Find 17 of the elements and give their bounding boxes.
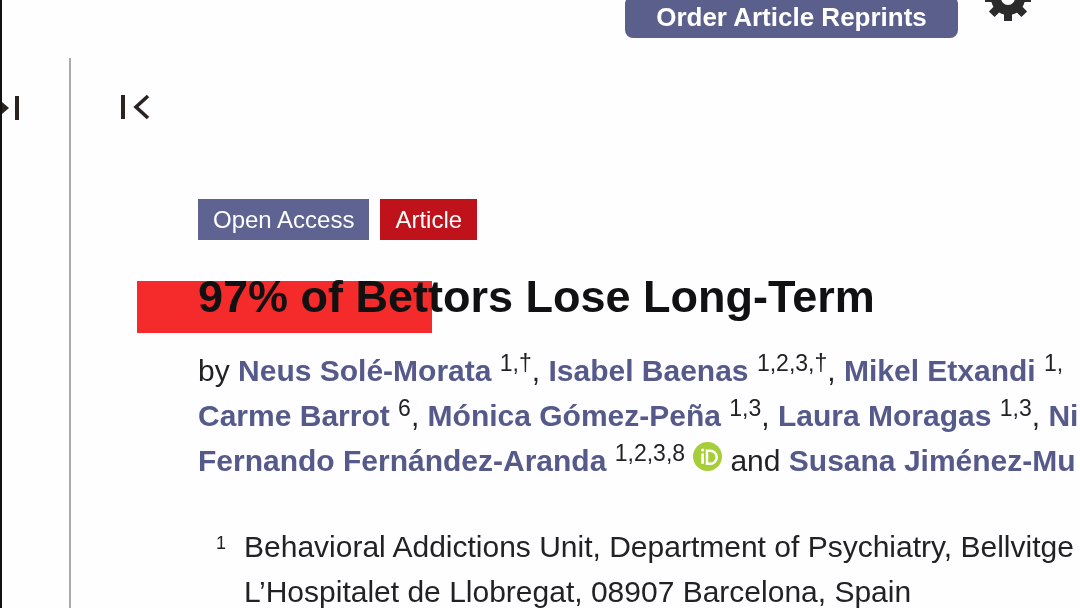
author-link[interactable]: Fernando Fernández-Aranda — [198, 444, 607, 477]
author-link[interactable]: Isabel Baenas — [548, 354, 749, 387]
author-link[interactable]: Mikel Etxandi — [843, 354, 1036, 387]
affiliation-number: 1 — [216, 534, 227, 552]
author-link[interactable]: Carme Barrot — [198, 399, 390, 432]
author-link[interactable]: Laura Moragas — [778, 399, 992, 432]
collapse-panel-icon[interactable] — [120, 93, 150, 121]
author-byline: by Neus Solé-Morata $^{1,†}$, Isabel Baenas $^{1,2,3,†}$, Mikel Etxandi $^{1,}$ Carme Barrot $^{6}$, Mónica Gómez-Peña $^{1,3}$, Laura Moragas $^{1,3}$, Ni Fernando Fernández-Aranda $^{1,2,3,8}$ and Susana Jiménez-Mu — [198, 349, 1080, 479]
author-link[interactable]: Susana Jiménez-Mu — [788, 444, 1076, 477]
affiliation-text: Behavioral Addictions Unit, Department of Psychiatry, Bellvitge L’Hospitalet de Llobregat, 08907 Barcelona, Spain — [244, 530, 1074, 608]
author-link[interactable]: Neus Solé-Morata — [238, 354, 492, 387]
expand-panel-icon[interactable] — [2, 95, 22, 121]
tag-label: Open Access — [198, 199, 370, 240]
reprint-button[interactable]: Order Article Reprints — [625, 0, 958, 38]
tag-label: Article — [380, 199, 478, 240]
author-link[interactable]: Ni — [1048, 399, 1079, 432]
author-link[interactable]: Mónica Gómez-Peña — [427, 399, 721, 432]
